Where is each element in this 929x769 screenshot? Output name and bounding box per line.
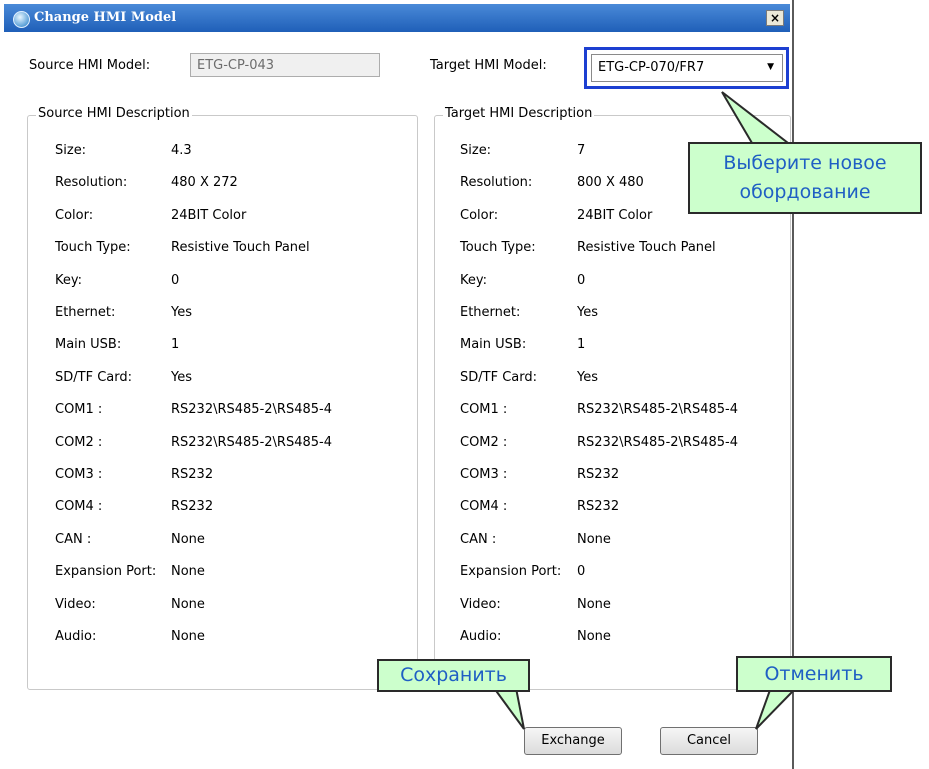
select-new-callout-line1: Выберите новое [723,152,887,174]
callout-pointers [492,91,797,730]
select-new-callout-line2: обордование [739,181,871,203]
save-callout: Сохранить [377,659,530,692]
select-callout-pointer [721,91,791,144]
save-callout-pointer [492,687,525,730]
select-new-callout: Выберите новое обордование [688,142,922,214]
cancel-callout-pointer [755,689,797,730]
cancel-callout: Отменить [736,656,892,692]
